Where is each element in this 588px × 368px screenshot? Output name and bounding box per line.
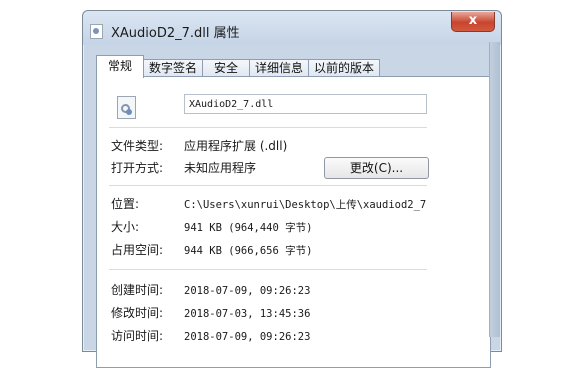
accessed-label: 访问时间: — [111, 329, 164, 343]
size-value: 941 KB (964,440 字节) — [184, 222, 313, 234]
location-value: C:\Users\xunrui\Desktop\上传\xaudiod2_7 — [184, 199, 427, 211]
modified-value: 2018-07-03, 13:45:36 — [184, 308, 311, 320]
tab-previous-versions[interactable]: 以前的版本 — [308, 59, 380, 77]
title-bar[interactable]: XAudioD2_7.dll 属性 x — [83, 11, 501, 45]
modified-label: 修改时间: — [111, 306, 164, 320]
location-label: 位置: — [111, 197, 140, 211]
file-type-value: 应用程序扩展 (.dll) — [184, 139, 288, 153]
properties-dialog: XAudioD2_7.dll 属性 x 常规 数字签名 安全 详细信息 以前的版… — [82, 10, 502, 368]
change-button[interactable]: 更改(C)... — [324, 157, 429, 179]
dll-file-icon — [117, 96, 136, 119]
tab-digital-signature[interactable]: 数字签名 — [143, 59, 203, 77]
accessed-value: 2018-07-09, 09:26:23 — [184, 331, 311, 343]
size-on-disk-value: 944 KB (966,656 字节) — [184, 245, 313, 257]
general-panel: XAudioD2_7.dll 文件类型: 应用程序扩展 (.dll) 打开方式:… — [96, 76, 491, 368]
window-scrollbar[interactable] — [489, 42, 500, 337]
size-label: 大小: — [111, 220, 140, 234]
divider — [109, 185, 427, 186]
file-type-label: 文件类型: — [111, 139, 164, 153]
created-value: 2018-07-09, 09:26:23 — [184, 285, 311, 297]
tab-general[interactable]: 常规 — [96, 55, 144, 78]
dll-file-icon — [90, 24, 103, 39]
divider — [109, 269, 427, 270]
file-name-field[interactable]: XAudioD2_7.dll — [184, 94, 427, 114]
tab-details[interactable]: 详细信息 — [249, 59, 309, 77]
window-title: XAudioD2_7.dll 属性 — [111, 26, 240, 41]
size-on-disk-label: 占用空间: — [111, 243, 164, 257]
open-with-label: 打开方式: — [111, 161, 164, 175]
close-button[interactable]: x — [451, 12, 495, 32]
created-label: 创建时间: — [111, 283, 164, 297]
open-with-value: 未知应用程序 — [184, 161, 257, 175]
divider — [109, 127, 427, 128]
tab-security[interactable]: 安全 — [202, 59, 250, 77]
